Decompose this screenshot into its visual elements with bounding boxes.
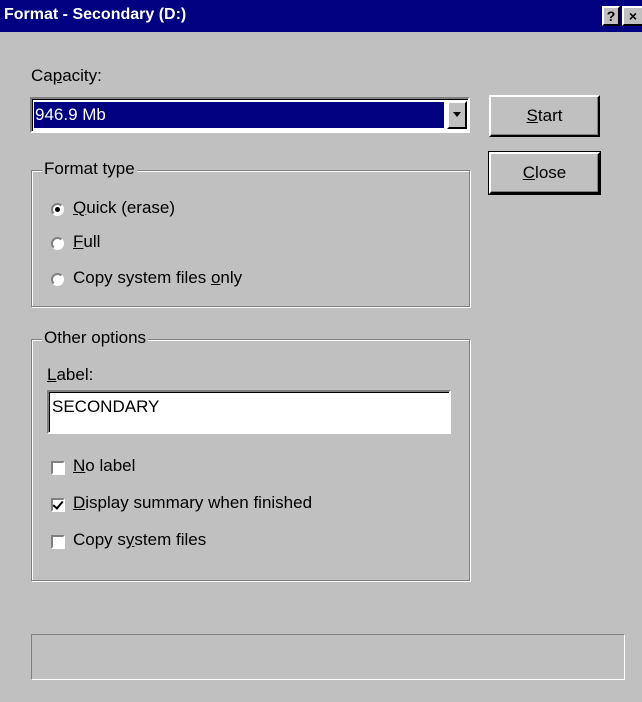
title-bar[interactable]: Format - Secondary (D:) ? × (0, 0, 642, 32)
start-button-key: S (526, 106, 538, 125)
close-window-button[interactable]: × (622, 6, 642, 26)
start-button-label: tart (537, 106, 563, 125)
help-button[interactable]: ? (602, 6, 620, 26)
checkbox-label-display-summary[interactable]: Display summary when finished (73, 493, 312, 513)
capacity-selected-value: 946.9 Mb (34, 102, 444, 128)
radio-label-full[interactable]: Full (73, 232, 100, 252)
radio-button-full[interactable] (51, 237, 64, 250)
format-progress-bar (31, 634, 625, 680)
capacity-label-pre: Ca (31, 66, 53, 85)
capacity-label-post: acity: (62, 66, 102, 85)
radio-button-copy-system-files-only[interactable] (51, 273, 64, 286)
format-dialog: Format - Secondary (D:) ? × Capacity: 94… (0, 0, 642, 702)
checkbox-box-no-label[interactable] (51, 461, 65, 475)
checkbox-box-copy-system-files[interactable] (51, 535, 65, 549)
label-field-label: Label: (47, 365, 94, 384)
checkbox-label-no-label[interactable]: No label (73, 456, 135, 476)
checkbox-label-copy-system-files[interactable]: Copy system files (73, 530, 206, 550)
radio-button-quick[interactable] (51, 203, 64, 216)
window-title: Format - Secondary (D:) (4, 6, 187, 23)
capacity-select-frame: 946.9 Mb (32, 99, 468, 131)
radio-label-copy-system-files-only[interactable]: Copy system files only (73, 268, 242, 288)
close-button-key: C (522, 163, 536, 182)
format-type-legend: Format type (42, 159, 137, 179)
checkbox-box-display-summary[interactable] (51, 498, 65, 512)
close-button[interactable]: Close (488, 151, 601, 195)
capacity-label-key: p (52, 66, 63, 85)
label-input-value[interactable]: SECONDARY (49, 392, 449, 432)
chevron-down-icon[interactable] (447, 101, 467, 129)
close-button-label: lose (535, 163, 567, 182)
radio-label-quick[interactable]: Quick (erase) (73, 198, 175, 218)
capacity-select[interactable]: 946.9 Mb (30, 97, 470, 133)
start-button[interactable]: Start (489, 95, 600, 137)
other-options-legend: Other options (42, 328, 149, 348)
label-input[interactable]: SECONDARY (47, 390, 451, 434)
capacity-label: Capacity: (31, 66, 102, 86)
